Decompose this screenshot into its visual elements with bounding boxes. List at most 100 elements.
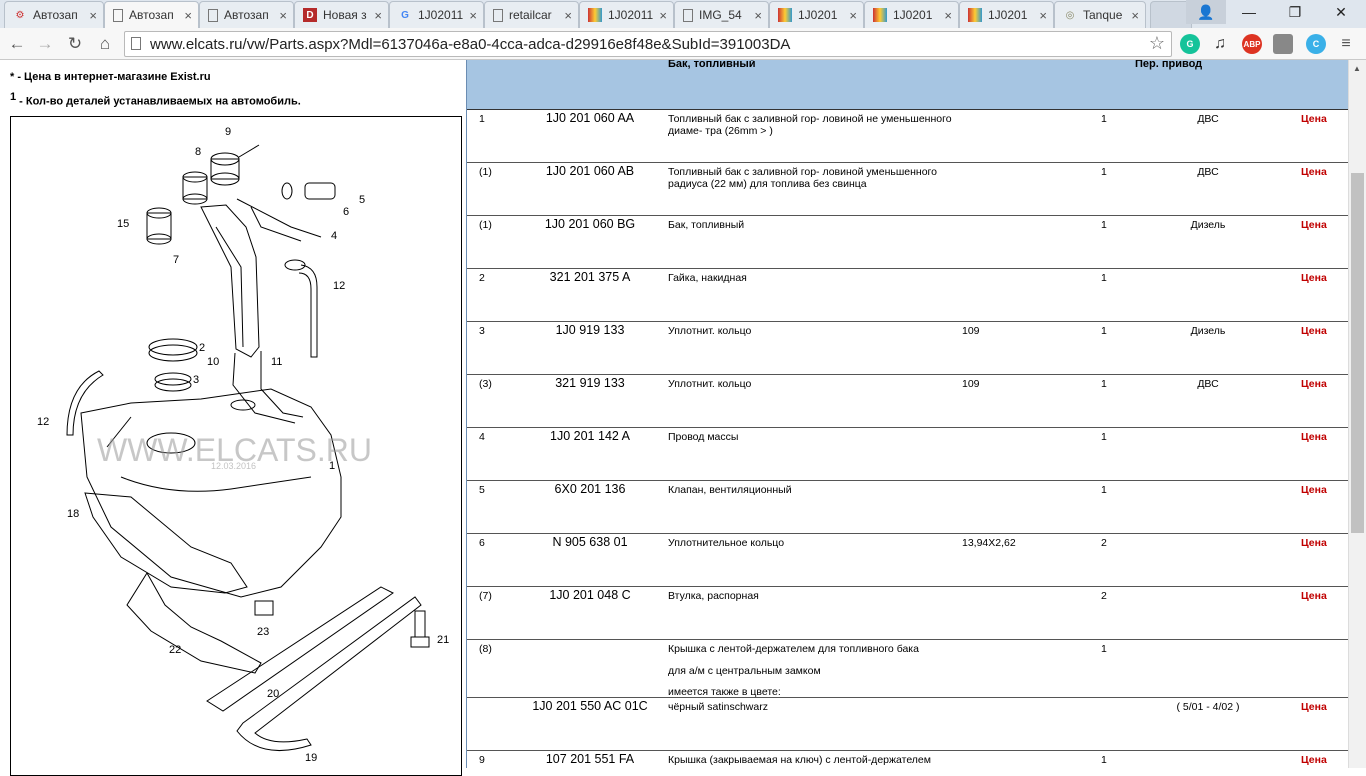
row-extra: 109 [962,325,980,337]
close-tab-icon[interactable]: × [374,8,382,23]
tab-part-3[interactable]: 1J0201 × [864,1,959,28]
price-link[interactable]: Цена [1301,325,1327,337]
price-link[interactable]: Цена [1301,484,1327,496]
close-window-button[interactable]: ✕ [1318,0,1364,24]
tab-retailcar[interactable]: retailcar × [484,1,579,28]
row-name: Уплотнит. кольцо [668,378,752,390]
row-number[interactable]: 1J0 201 142 A [507,430,673,443]
address-url[interactable]: www.elcats.ru/vw/Parts.aspx?Mdl=6137046a… [150,36,790,53]
close-tab-icon[interactable]: × [1131,8,1139,23]
scroll-up-icon[interactable]: ▲ [1353,64,1361,73]
page-icon [113,8,123,22]
row-number[interactable]: 1J0 201 060 BG [507,218,673,231]
close-tab-icon[interactable]: × [564,8,572,23]
row-qty: 2 [1101,590,1107,602]
scrollbar-thumb[interactable] [1351,173,1364,533]
close-tab-icon[interactable]: × [184,8,192,23]
profile-icon[interactable]: 👤 [1186,0,1226,24]
tab-strip: ⚙ Автозап × Автозап × Автозап × D Новая з × G1… [0,0,1366,28]
adblock-icon[interactable]: ABP [1242,34,1262,54]
music-note-icon[interactable]: ♫ [1210,34,1230,54]
table-row: 2 321 201 375 A Гайка, накидная 1 Цена [467,269,1348,322]
price-link[interactable]: Цена [1301,272,1327,284]
callout-4: 4 [331,230,337,242]
close-tab-icon[interactable]: × [754,8,762,23]
row-qty: 1 [1101,113,1107,125]
grammarly-icon[interactable]: G [1180,34,1200,54]
back-icon[interactable]: ← [4,32,30,56]
maximize-button[interactable]: ❐ [1272,0,1318,24]
price-link[interactable]: Цена [1301,166,1327,178]
price-link[interactable]: Цена [1301,537,1327,549]
callout-5: 5 [359,194,365,206]
header-name: Бак, топливный [668,60,756,70]
close-tab-icon[interactable]: × [469,8,477,23]
row-number[interactable]: N 905 638 01 [507,536,673,549]
close-tab-icon[interactable]: × [849,8,857,23]
menu-icon[interactable]: ≡ [1336,34,1356,54]
row-name: Топливный бак с заливной гор- ловиной не… [668,113,952,137]
header-drive: Пер. привод [1135,60,1203,70]
address-bar[interactable]: www.elcats.ru/vw/Parts.aspx?Mdl=6137046a… [124,31,1172,57]
price-link[interactable]: Цена [1301,219,1327,231]
table-row: 3 1J0 919 133 Уплотнит. кольцо 109 1 Дизель Це… [467,322,1348,375]
row-pos: 2 [479,272,485,284]
page-info-icon[interactable] [131,37,141,50]
row-drive: ДВС [1197,113,1219,125]
minimize-button[interactable]: — [1226,0,1272,24]
tab-autozap-3[interactable]: Автозап × [199,1,294,28]
row-drive: Дизель [1190,219,1226,231]
price-link[interactable]: Цена [1301,113,1327,125]
row-number[interactable]: 321 201 375 A [507,271,673,284]
tab-google[interactable]: G 1J02011 × [389,1,484,28]
tab-part-4[interactable]: 1J0201 × [959,1,1054,28]
tab-new[interactable]: D Новая з × [294,1,389,28]
row-pos: (7) [479,590,492,602]
close-tab-icon[interactable]: × [944,8,952,23]
reload-icon[interactable]: ↻ [62,32,88,56]
vertical-scrollbar[interactable]: ▲ [1348,60,1366,768]
row-name: Бак, топливный [668,219,745,231]
price-link[interactable]: Цена [1301,754,1327,766]
row-number[interactable]: 1J0 201 048 C [507,589,673,602]
price-link[interactable]: Цена [1301,701,1327,713]
tab-autozap-active[interactable]: Автозап × [104,1,199,28]
price-link[interactable]: Цена [1301,431,1327,443]
callout-12-left: 12 [37,416,49,428]
parts-diagram: 9 8 5 6 4 15 7 12 2 3 10 11 12 1 18 23 2… [10,116,462,776]
forward-icon[interactable]: → [32,32,58,56]
bookmark-star-icon[interactable]: ☆ [1149,33,1165,54]
tab-tanque[interactable]: ◎ Tanque × [1054,1,1146,28]
browser-toolbar: ← → ↻ ⌂ www.elcats.ru/vw/Parts.aspx?Mdl=… [0,28,1366,60]
page-icon [683,8,693,22]
row-name: Клапан, вентиляционный [668,484,792,496]
close-tab-icon[interactable]: × [89,8,97,23]
close-tab-icon[interactable]: × [279,8,287,23]
callout-12-right: 12 [333,280,345,292]
home-icon[interactable]: ⌂ [92,32,118,56]
close-tab-icon[interactable]: × [1039,8,1047,23]
tank-favicon-icon: ◎ [1065,9,1075,21]
callout-6: 6 [343,206,349,218]
browser-extension-icon[interactable]: C [1306,34,1326,54]
table-row-8-color: 1J0 201 550 AC 01C чёрный satinschwarz (… [467,698,1348,751]
row-number[interactable]: 6X0 201 136 [507,483,673,496]
row-number[interactable]: 1J0 919 133 [507,324,673,337]
row-name: Гайка, накидная [668,272,747,284]
row-pos: 5 [479,484,485,496]
tab-part-2[interactable]: 1J0201 × [769,1,864,28]
tab-part-1[interactable]: 1J02011 × [579,1,674,28]
callout-3: 3 [193,374,199,386]
row-number[interactable]: 321 919 133 [507,377,673,390]
price-link[interactable]: Цена [1301,590,1327,602]
row-extra: 109 [962,378,980,390]
table-row: (1) 1J0 201 060 AB Топливный бак с заливно… [467,163,1348,216]
row-number[interactable]: 1J0 201 060 AA [507,112,673,125]
tab-img[interactable]: IMG_54 × [674,1,769,28]
price-link[interactable]: Цена [1301,378,1327,390]
callout-9: 9 [225,126,231,138]
close-tab-icon[interactable]: × [659,8,667,23]
tab-autozap-1[interactable]: ⚙ Автозап × [4,1,104,28]
row-number[interactable]: 1J0 201 060 AB [507,165,673,178]
extension-icon[interactable] [1273,34,1293,54]
